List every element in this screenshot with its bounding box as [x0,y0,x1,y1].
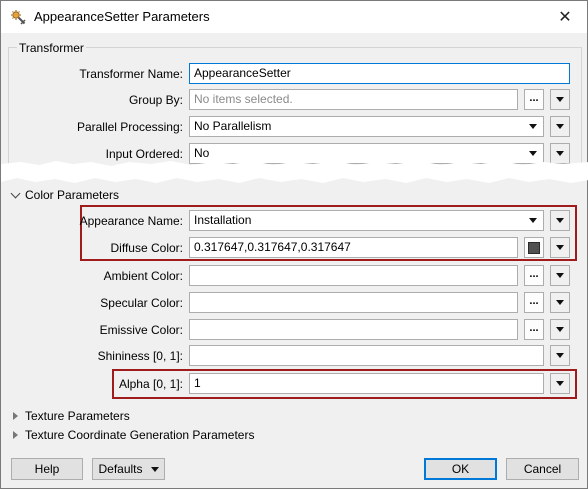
ellipsis-icon: ... [529,91,539,104]
appearance-name-label: Appearance Name: [79,214,183,228]
texture-parameters-label: Texture Parameters [25,409,130,423]
title-bar: AppearanceSetter Parameters ✕ [1,1,587,33]
dialog-window: AppearanceSetter Parameters ✕ Transforme… [0,0,588,489]
alpha-menu-button[interactable] [550,373,570,394]
chevron-down-icon [150,466,159,472]
chevron-down-icon [556,245,564,250]
ambient-color-ellipsis-button[interactable]: ... [524,265,544,286]
transformer-group-label: Transformer [17,41,86,55]
dropdown-arrow-icon [526,117,540,136]
texture-coordinate-generation-label: Texture Coordinate Generation Parameters [25,428,255,442]
torn-edge-divider [1,161,588,183]
diffuse-color-menu-button[interactable] [550,237,570,258]
chevron-down-icon [556,273,564,278]
chevron-down-icon [10,188,21,198]
specular-color-menu-button[interactable] [550,292,570,313]
diffuse-color-label: Diffuse Color: [110,241,183,255]
help-button[interactable]: Help [11,458,83,480]
chevron-right-icon [13,412,18,420]
emissive-color-ellipsis-button[interactable]: ... [524,319,544,340]
color-parameters-label: Color Parameters [25,188,120,202]
parallel-processing-value: No Parallelism [194,119,272,133]
transformer-name-input[interactable]: AppearanceSetter [189,63,570,84]
alpha-label: Alpha [0, 1]: [118,377,183,391]
ellipsis-icon: ... [529,321,539,334]
texture-coordinate-generation-header[interactable]: Texture Coordinate Generation Parameters [13,427,254,443]
group-by-ellipsis-button[interactable]: ... [524,89,544,110]
emissive-color-input[interactable] [189,319,518,340]
cancel-button-label: Cancel [523,462,562,476]
group-by-input[interactable]: No items selected. [189,89,518,110]
diffuse-color-value: 0.317647,0.317647,0.317647 [194,240,351,254]
color-parameters-header[interactable]: Color Parameters [10,187,120,203]
alpha-value: 1 [194,376,201,390]
appearance-name-select[interactable]: Installation [189,210,544,231]
appearance-name-menu-button[interactable] [550,210,570,231]
dropdown-arrow-icon [526,211,540,230]
group-by-label: Group By: [128,93,183,107]
defaults-button[interactable]: Defaults [92,458,165,480]
parallel-processing-select[interactable]: No Parallelism [189,116,544,137]
specular-color-label: Specular Color: [100,296,183,310]
ambient-color-label: Ambient Color: [103,269,183,283]
chevron-down-icon [556,151,564,156]
chevron-down-icon [556,381,564,386]
appearance-setter-icon [11,10,26,25]
chevron-down-icon [556,327,564,332]
shininess-menu-button[interactable] [550,345,570,366]
group-by-placeholder: No items selected. [194,92,293,106]
transformer-name-label: Transformer Name: [79,67,183,81]
specular-color-input[interactable] [189,292,518,313]
ellipsis-icon: ... [529,267,539,280]
help-button-label: Help [34,462,60,476]
cancel-button[interactable]: Cancel [506,458,579,480]
chevron-down-icon [556,353,564,358]
parallel-processing-label: Parallel Processing: [76,120,183,134]
specular-color-ellipsis-button[interactable]: ... [524,292,544,313]
close-icon: ✕ [558,9,572,26]
emissive-color-label: Emissive Color: [99,323,183,337]
ambient-color-menu-button[interactable] [550,265,570,286]
window-title: AppearanceSetter Parameters [34,9,210,24]
group-by-menu-button[interactable] [550,89,570,110]
ellipsis-icon: ... [529,294,539,307]
defaults-button-label: Defaults [98,462,143,476]
chevron-down-icon [556,218,564,223]
ok-button[interactable]: OK [424,458,497,480]
chevron-right-icon [13,431,18,439]
diffuse-color-input[interactable]: 0.317647,0.317647,0.317647 [189,237,518,258]
transformer-name-value: AppearanceSetter [194,66,291,80]
appearance-name-value: Installation [194,213,252,227]
ambient-color-input[interactable] [189,265,518,286]
chevron-down-icon [556,97,564,102]
parallel-processing-menu-button[interactable] [550,116,570,137]
chevron-down-icon [556,300,564,305]
emissive-color-menu-button[interactable] [550,319,570,340]
chevron-down-icon [556,124,564,129]
diffuse-color-picker-button[interactable] [524,237,544,258]
close-button[interactable]: ✕ [550,5,580,29]
shininess-input[interactable] [189,345,544,366]
shininess-label: Shininess [0, 1]: [97,349,183,363]
texture-parameters-header[interactable]: Texture Parameters [13,408,130,424]
color-swatch-icon [528,241,540,254]
ok-button-label: OK [451,462,470,476]
alpha-input[interactable]: 1 [189,373,544,394]
